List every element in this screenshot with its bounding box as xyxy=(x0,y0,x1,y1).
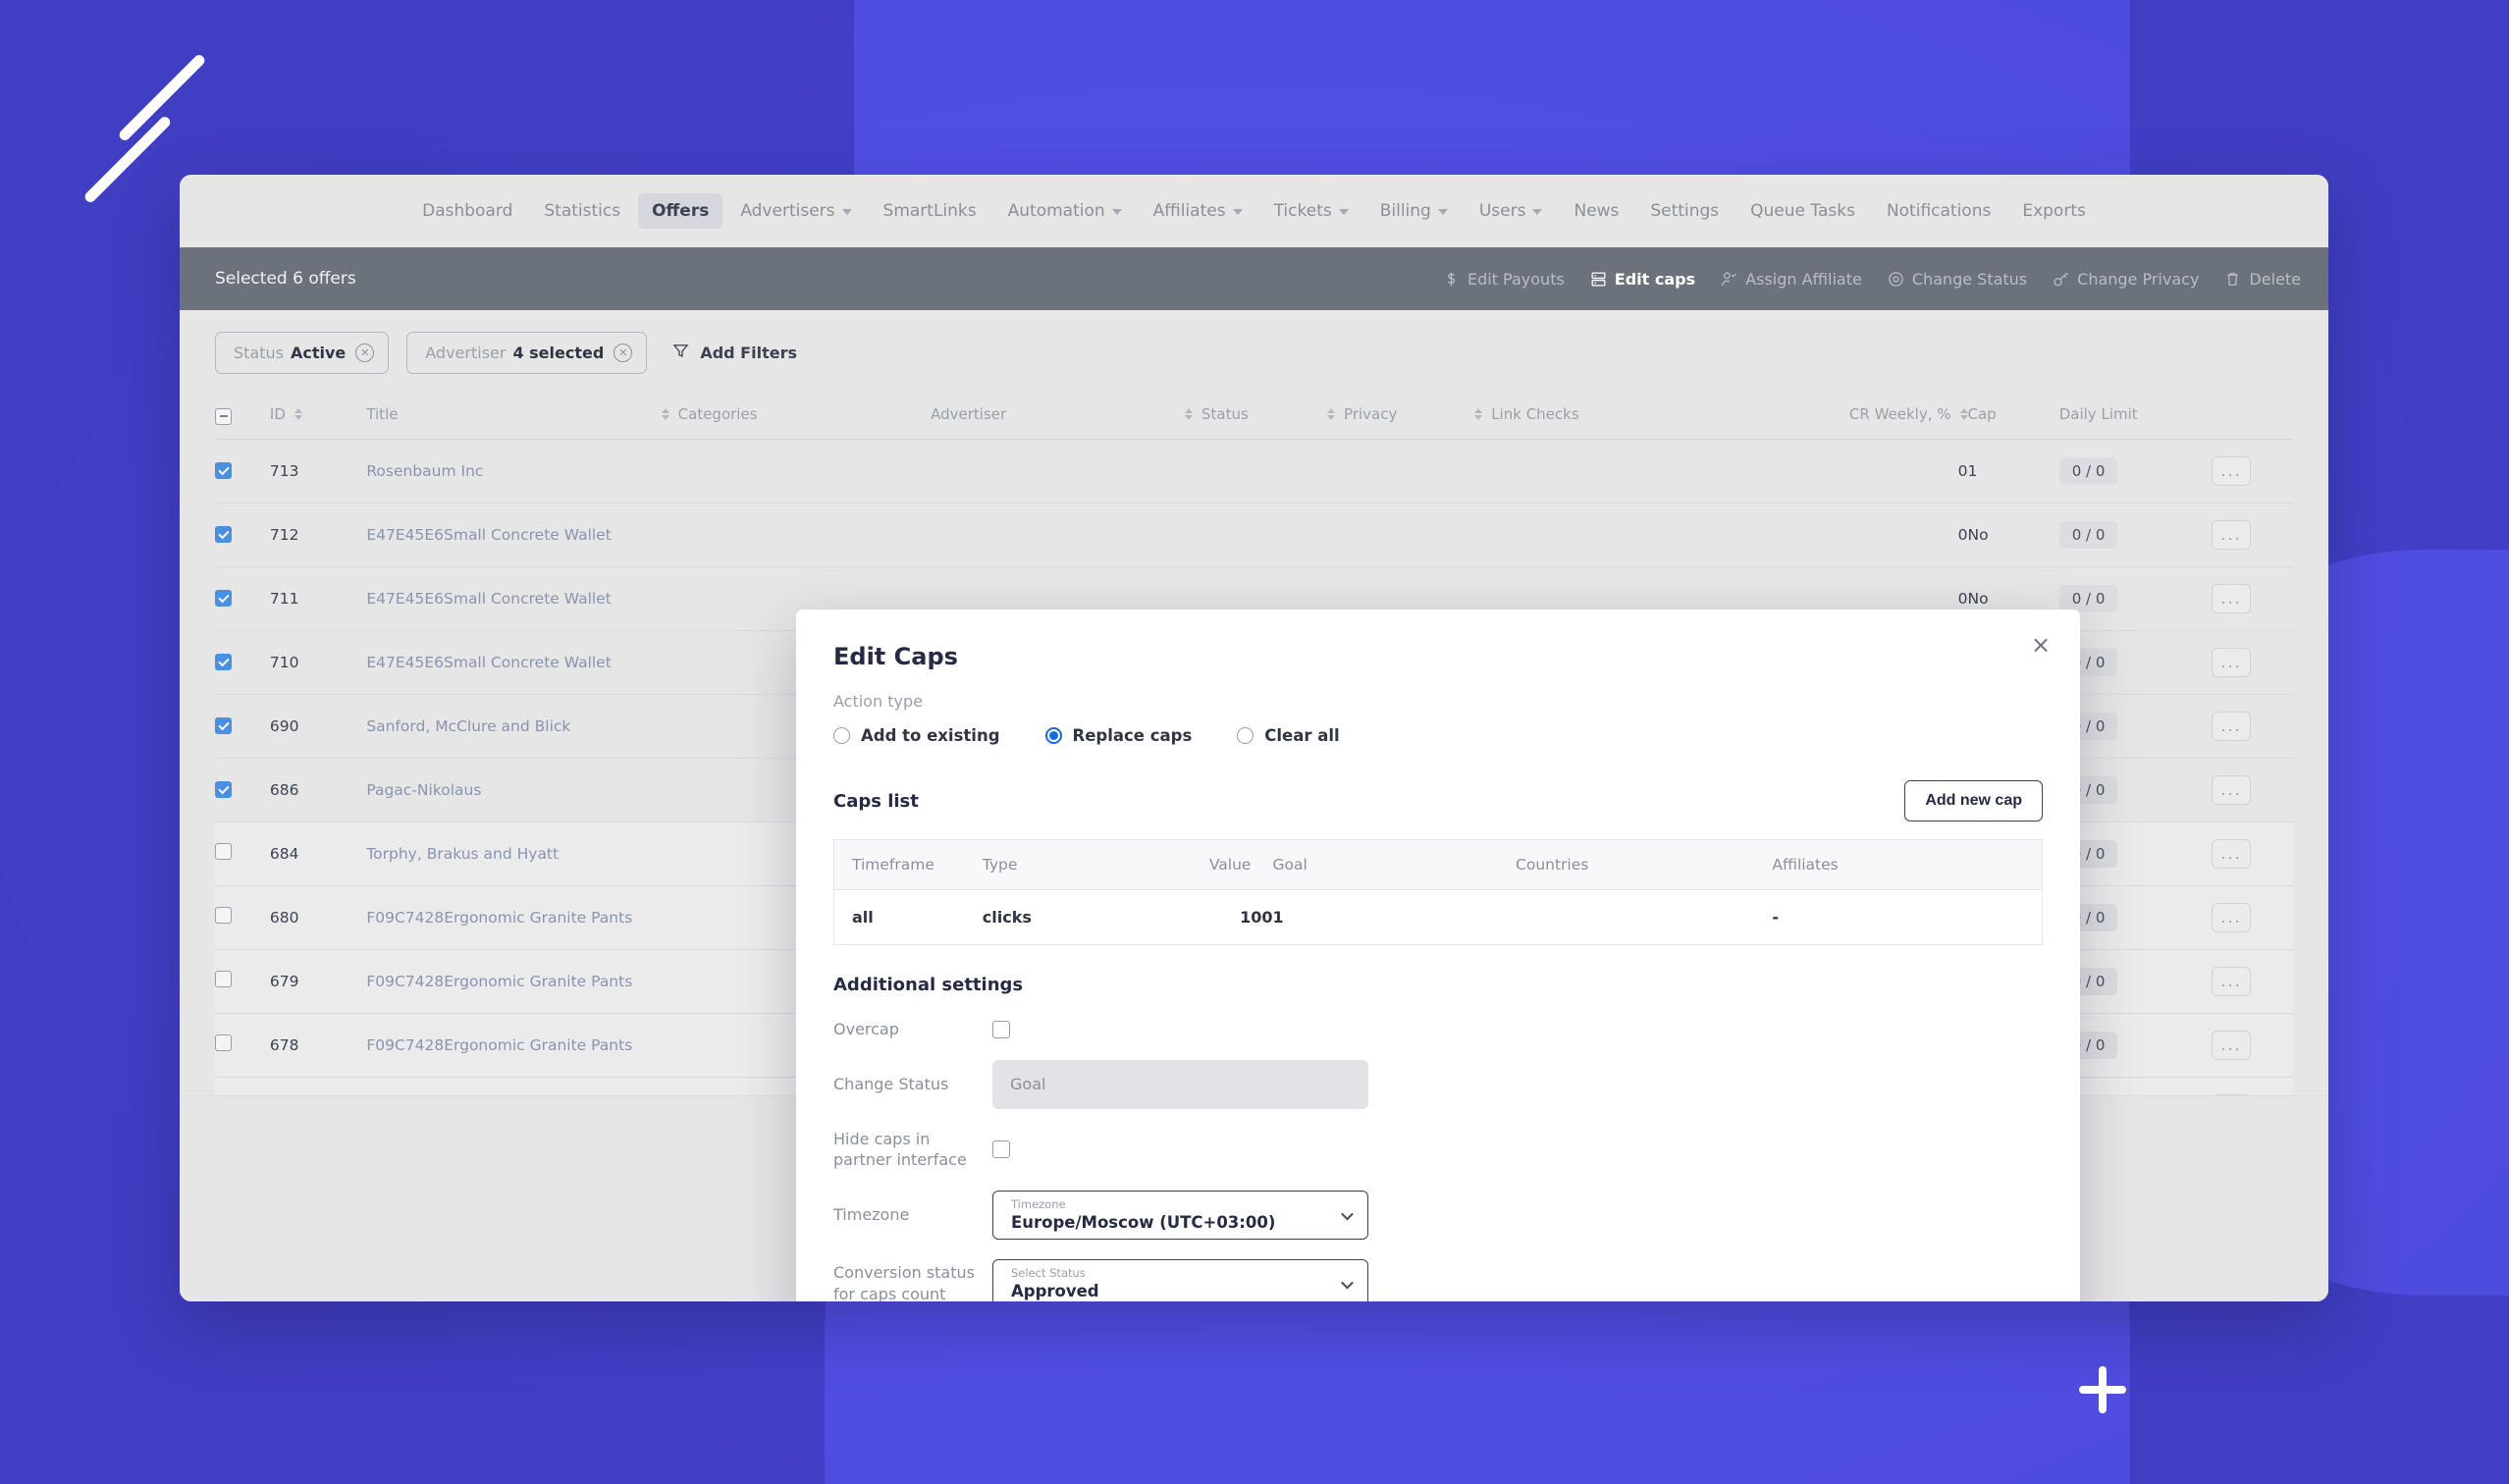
dialog-title: Edit Caps xyxy=(833,643,958,670)
caps-table-body: all clicks 100 1 - xyxy=(833,889,2043,945)
action-type-radio-group: Add to existing Replace caps Clear all xyxy=(833,726,2043,745)
conversion-status-caption: Select Status xyxy=(1011,1265,1086,1280)
cap-countries xyxy=(1516,889,1773,945)
cap-type: clicks xyxy=(982,889,1125,945)
action-type-label: Action type xyxy=(833,692,923,711)
overcap-checkbox[interactable] xyxy=(992,1020,1010,1038)
caps-column-value: Value xyxy=(1124,839,1273,890)
change-status-label: Change Status xyxy=(833,1074,949,1093)
close-icon[interactable]: × xyxy=(2027,631,2055,659)
cap-goal: 1 xyxy=(1272,889,1517,945)
change-status-input[interactable]: Goal xyxy=(992,1059,1368,1109)
radio-replace-caps[interactable]: Replace caps xyxy=(1044,726,1193,745)
chevron-down-icon xyxy=(1341,1207,1354,1221)
conversion-status-row: Conversion status for caps count Select … xyxy=(833,1258,2043,1301)
cap-timeframe: all xyxy=(833,889,983,945)
caps-column-countries: Countries xyxy=(1516,839,1773,890)
hide-caps-row: Hide caps in partner interface xyxy=(833,1129,2043,1171)
radio-clear-all[interactable]: Clear all xyxy=(1237,726,1340,745)
radio-indicator xyxy=(1237,727,1254,744)
radio-add-to-existing[interactable]: Add to existing xyxy=(833,726,1000,745)
caps-column-affiliates: Affiliates xyxy=(1772,839,2043,890)
caps-table: Timeframe Type Value Goal Countries Affi… xyxy=(833,839,2043,945)
change-status-row: Change Status Goal xyxy=(833,1059,2043,1109)
timezone-label: Timezone xyxy=(833,1204,910,1224)
caps-table-row[interactable]: all clicks 100 1 - xyxy=(833,889,2043,945)
radio-indicator xyxy=(833,727,850,744)
timezone-row: Timezone Timezone Europe/Moscow (UTC+03:… xyxy=(833,1190,2043,1240)
caps-list-title: Caps list xyxy=(833,790,919,812)
caps-header-row: Timeframe Type Value Goal Countries Affi… xyxy=(833,839,2043,890)
radio-label: Add to existing xyxy=(861,726,1000,745)
hide-caps-checkbox[interactable] xyxy=(992,1140,1010,1159)
logo-mark-icon xyxy=(77,39,207,205)
caps-list-header: Caps list Add new cap xyxy=(833,780,2043,822)
caps-column-type: Type xyxy=(982,839,1125,890)
overcap-label: Overcap xyxy=(833,1020,899,1038)
timezone-value: Europe/Moscow (UTC+03:00) xyxy=(1011,1212,1276,1232)
change-status-placeholder: Goal xyxy=(1010,1075,1046,1094)
radio-label: Replace caps xyxy=(1072,726,1193,745)
chevron-down-icon xyxy=(1341,1276,1354,1290)
additional-settings-title: Additional settings xyxy=(833,975,1024,995)
radio-label: Clear all xyxy=(1264,726,1340,745)
timezone-caption: Timezone xyxy=(1011,1196,1066,1211)
modal-overlay: × Edit Caps Action type Add to existing … xyxy=(180,175,2328,1301)
hide-caps-label: Hide caps in partner interface xyxy=(833,1129,967,1170)
app-window: Dashboard Statistics Offers Advertisers … xyxy=(180,175,2328,1301)
plus-bar-vertical xyxy=(2099,1366,2107,1413)
conversion-status-value: Approved xyxy=(1011,1281,1099,1300)
caps-column-timeframe: Timeframe xyxy=(833,839,983,890)
radio-indicator xyxy=(1044,727,1062,744)
plus-decoration-icon xyxy=(2079,1366,2126,1413)
overcap-row: Overcap xyxy=(833,1019,2043,1040)
conversion-status-label: Conversion status for caps count xyxy=(833,1263,975,1301)
conversion-status-select[interactable]: Select Status Approved xyxy=(992,1258,1368,1301)
timezone-select[interactable]: Timezone Europe/Moscow (UTC+03:00) xyxy=(992,1190,1368,1240)
caps-table-head: Timeframe Type Value Goal Countries Affi… xyxy=(833,839,2043,890)
add-new-cap-button[interactable]: Add new cap xyxy=(1904,780,2043,822)
edit-caps-dialog: × Edit Caps Action type Add to existing … xyxy=(796,610,2080,1301)
cap-affiliates: - xyxy=(1772,889,2043,945)
caps-column-goal: Goal xyxy=(1272,839,1517,890)
cap-value: 100 xyxy=(1124,889,1273,945)
